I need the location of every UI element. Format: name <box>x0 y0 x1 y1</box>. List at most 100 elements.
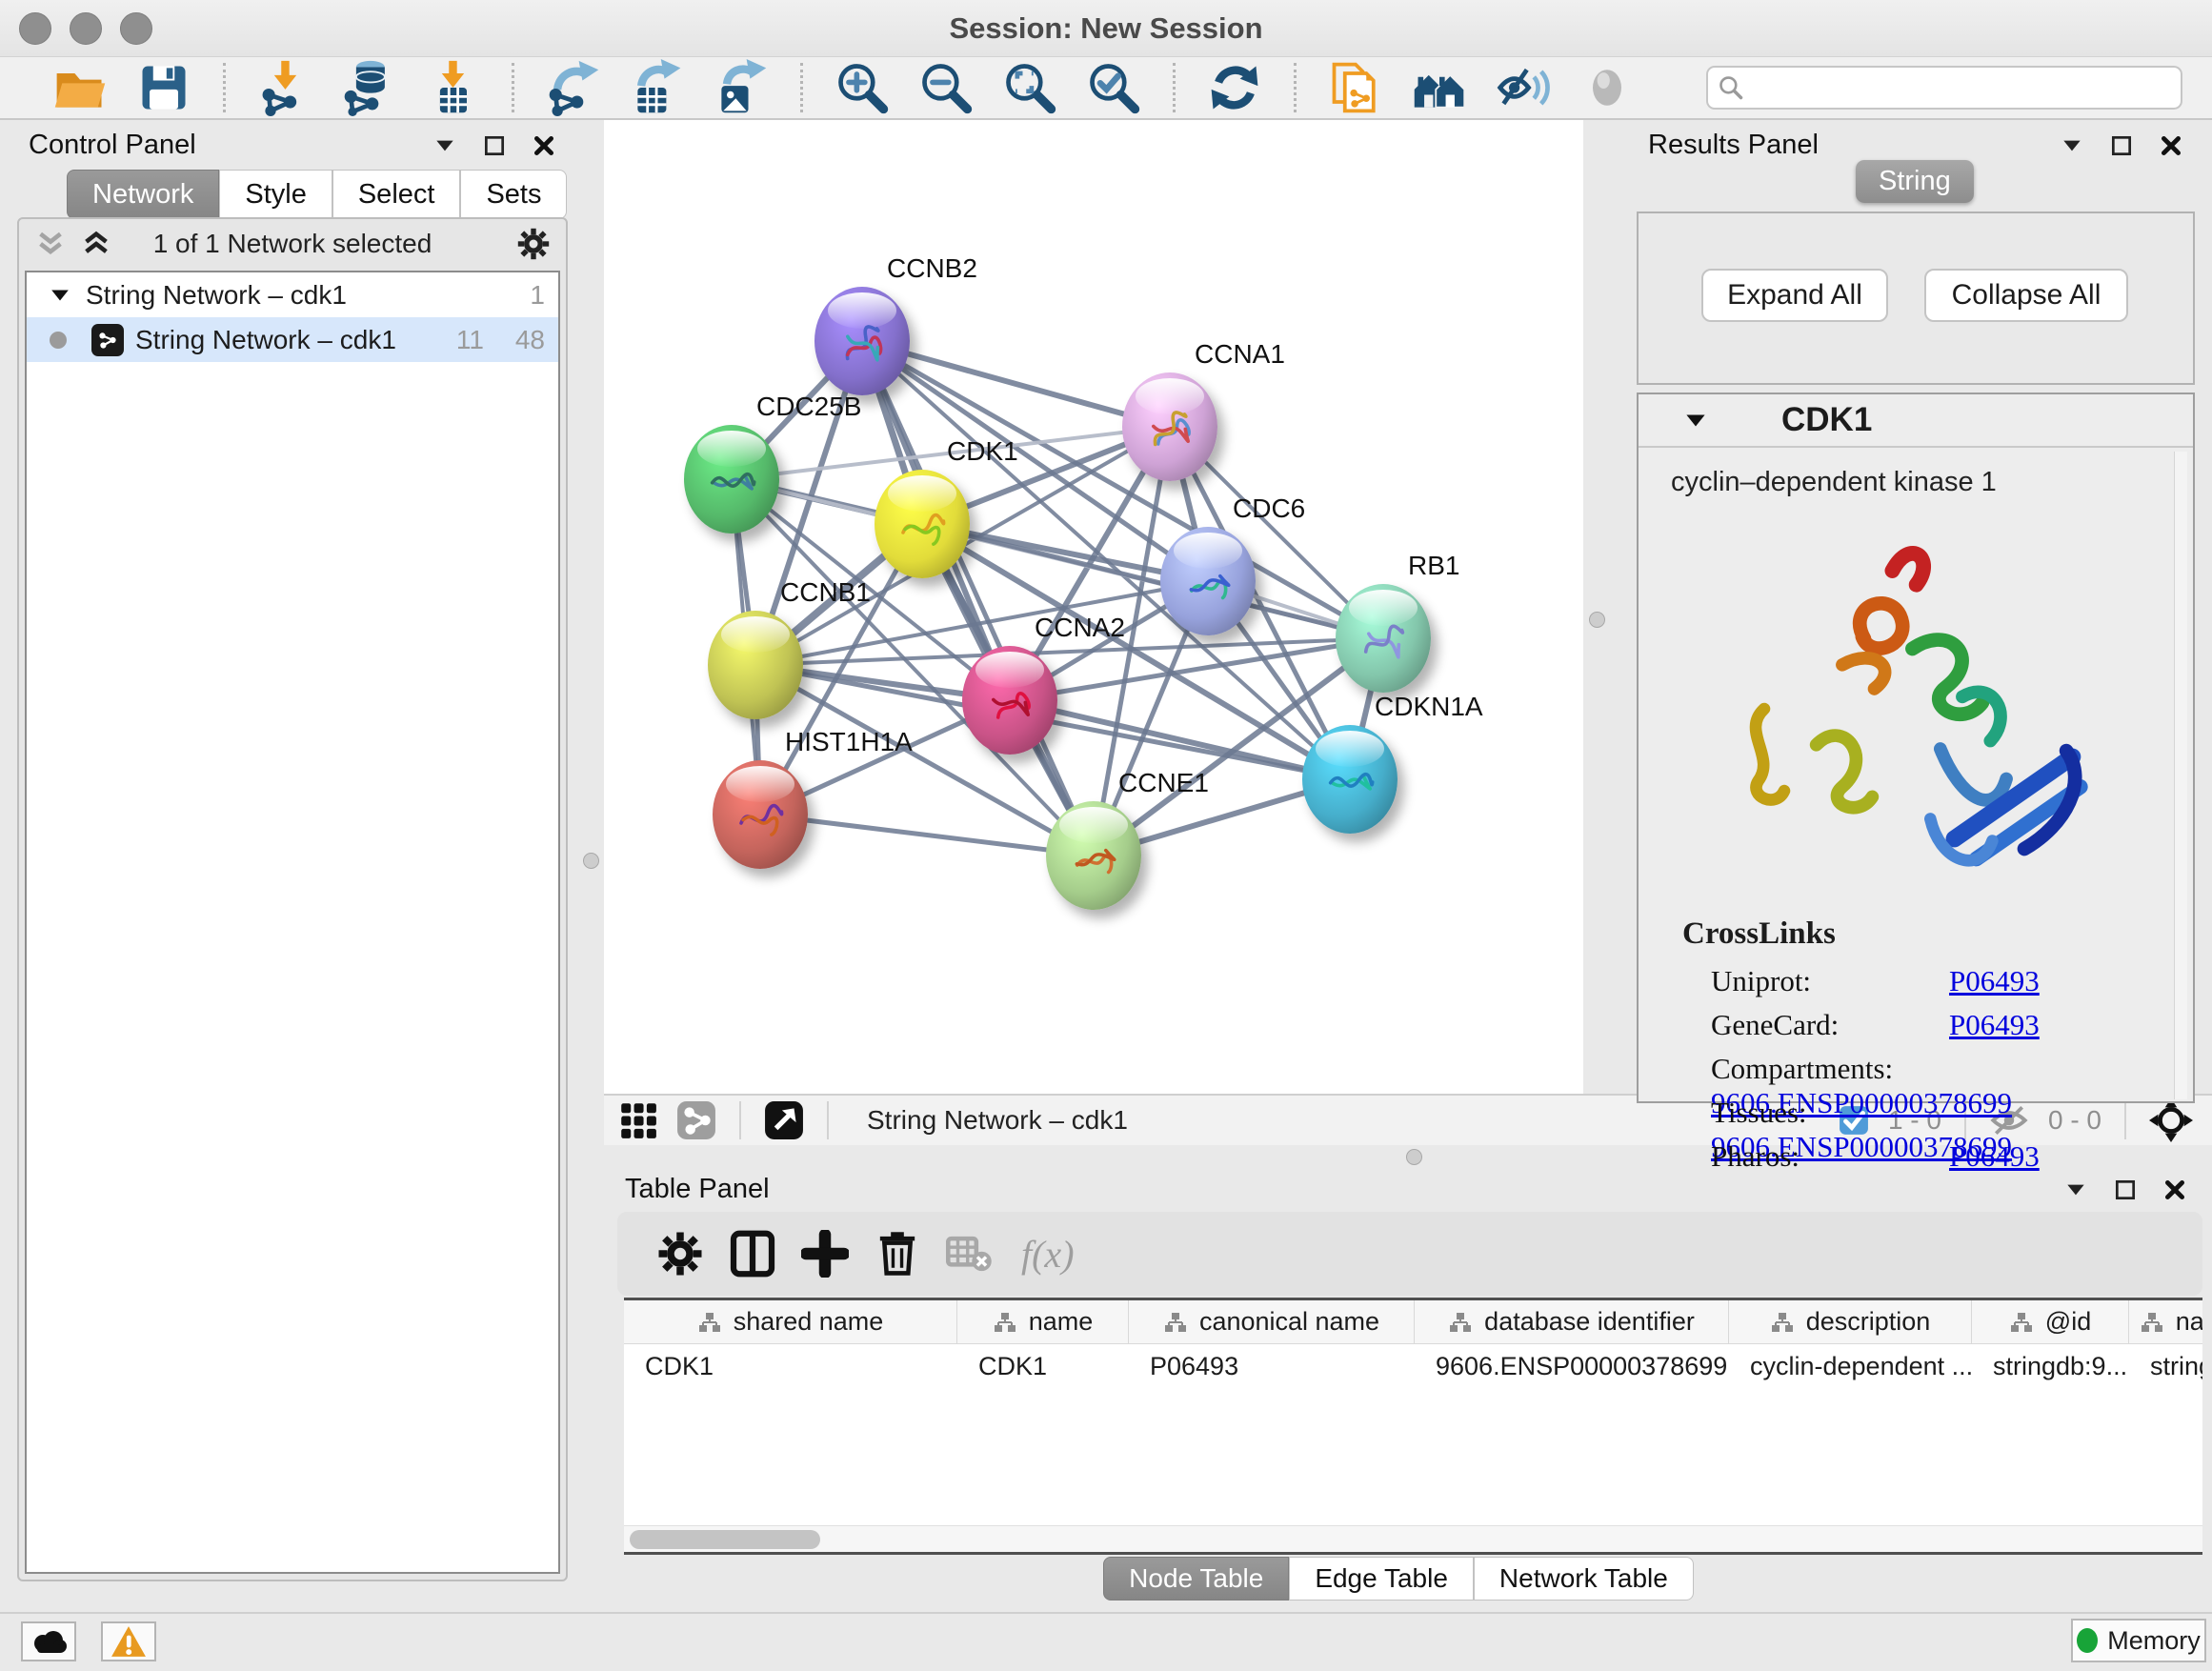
results-tab-string[interactable]: String <box>1856 160 1974 203</box>
table-cell[interactable]: cyclin-dependent ... <box>1729 1344 1972 1388</box>
bottom-splitter-handle[interactable] <box>1406 1149 1422 1165</box>
tab-network[interactable]: Network <box>67 170 219 219</box>
float-panel-icon[interactable] <box>482 133 507 158</box>
float-panel-icon[interactable] <box>2113 1178 2138 1202</box>
network-canvas[interactable]: CCNB2CCNA1CDC25BCDK1CDC6RB1CCNB1CCNA2CDK… <box>604 120 1583 1094</box>
column-header-namespace[interactable]: namespace <box>2129 1300 2202 1343</box>
create-column-icon[interactable] <box>801 1230 849 1278</box>
panel-menu-icon[interactable] <box>432 133 457 158</box>
network-node-CDK1[interactable] <box>875 470 970 578</box>
network-collection-row[interactable]: String Network – cdk1 1 <box>27 272 558 317</box>
network-node-CDC25B[interactable] <box>684 425 779 534</box>
collapse-all-button[interactable]: Collapse All <box>1924 269 2128 322</box>
table-hscrollbar[interactable] <box>624 1525 2202 1552</box>
table-cell[interactable]: P06493 <box>1129 1344 1415 1388</box>
control-panel-title: Control Panel <box>29 130 196 161</box>
title-bar: Session: New Session <box>0 0 2212 57</box>
column-header-shared-name[interactable]: shared name <box>624 1300 957 1343</box>
scrollbar-thumb[interactable] <box>630 1530 820 1549</box>
network-node-CCNA1[interactable] <box>1122 372 1217 481</box>
panel-menu-icon[interactable] <box>2063 1178 2088 1202</box>
tree-expand-icon[interactable] <box>50 288 70 303</box>
footer-separator <box>739 1101 741 1139</box>
open-session-button[interactable] <box>51 59 109 116</box>
toolbar-separator <box>223 63 226 112</box>
table-settings-gear-icon[interactable] <box>656 1230 704 1278</box>
memory-button[interactable]: Memory <box>2071 1619 2206 1662</box>
tab-node-table[interactable]: Node Table <box>1103 1557 1289 1601</box>
import-table-button[interactable] <box>424 59 481 116</box>
share-document-button[interactable] <box>1327 59 1384 116</box>
expand-all-button[interactable]: Expand All <box>1701 269 1888 322</box>
search-input[interactable] <box>1706 66 2182 110</box>
network-node-CDKN1A[interactable] <box>1302 725 1398 834</box>
network-node-CCNE1[interactable] <box>1046 801 1141 910</box>
crosslink-label: GeneCard: <box>1711 1008 1949 1042</box>
table-cell[interactable]: 9606.ENSP00000378699 <box>1415 1344 1729 1388</box>
network-node-CCNB2[interactable] <box>814 287 910 395</box>
status-bar: Memory <box>0 1612 2212 1671</box>
home-button[interactable] <box>1411 59 1468 116</box>
column-header-description[interactable]: description <box>1729 1300 1972 1343</box>
network-node-CDC6[interactable] <box>1160 527 1256 635</box>
table-cell[interactable]: CDK1 <box>624 1344 957 1388</box>
close-panel-icon[interactable] <box>2159 133 2183 158</box>
network-row[interactable]: String Network – cdk1 11 48 <box>27 317 558 362</box>
close-panel-icon[interactable] <box>2162 1178 2187 1202</box>
crosslink-value-link[interactable]: P06493 <box>1949 964 2040 997</box>
birdseye-view-icon[interactable] <box>764 1100 804 1140</box>
hide-graphics-details-button[interactable] <box>1495 59 1552 116</box>
table-row[interactable]: CDK1CDK1P064939606.ENSP00000378699cyclin… <box>624 1344 2202 1388</box>
warnings-button[interactable] <box>101 1621 156 1661</box>
import-network-file-button[interactable] <box>256 59 313 116</box>
import-network-database-button[interactable] <box>340 59 397 116</box>
column-header-name[interactable]: name <box>957 1300 1129 1343</box>
tab-sets[interactable]: Sets <box>460 170 567 219</box>
export-network-button[interactable] <box>545 59 602 116</box>
column-header--id[interactable]: @id <box>1972 1300 2129 1343</box>
network-options-gear-icon[interactable] <box>516 227 551 261</box>
network-node-CCNA2[interactable] <box>962 646 1057 755</box>
gene-section-header[interactable]: CDK1 <box>1639 394 2193 448</box>
right-splitter-handle[interactable] <box>1589 612 1605 628</box>
save-session-button[interactable] <box>135 59 192 116</box>
node-label-CCNB1: CCNB1 <box>780 577 871 608</box>
node-label-CCNE1: CCNE1 <box>1118 768 1209 798</box>
table-cell[interactable]: stringdb:9... <box>1972 1344 2129 1388</box>
network-node-CCNB1[interactable] <box>708 611 803 719</box>
panel-menu-icon[interactable] <box>2060 133 2084 158</box>
table-cell[interactable]: stringdb <box>2129 1344 2202 1388</box>
tab-edge-table[interactable]: Edge Table <box>1289 1557 1474 1601</box>
string-view-icon[interactable] <box>676 1100 716 1140</box>
cloud-button[interactable] <box>21 1621 76 1661</box>
gene-section-scrollbar[interactable] <box>2174 452 2187 1099</box>
zoom-fit-button[interactable] <box>1001 59 1058 116</box>
zoom-in-button[interactable] <box>834 59 891 116</box>
network-status-dot <box>50 332 67 349</box>
show-graphics-details-button[interactable] <box>1579 59 1636 116</box>
tab-select[interactable]: Select <box>332 170 461 219</box>
tab-network-table[interactable]: Network Table <box>1474 1557 1694 1601</box>
close-panel-icon[interactable] <box>532 133 556 158</box>
left-splitter-handle[interactable] <box>583 853 599 869</box>
zoom-selected-button[interactable] <box>1085 59 1142 116</box>
table-cell[interactable]: CDK1 <box>957 1344 1129 1388</box>
crosslink-value-link[interactable]: P06493 <box>1949 1008 2040 1041</box>
show-columns-icon[interactable] <box>729 1230 776 1278</box>
refresh-button[interactable] <box>1206 59 1263 116</box>
column-header-database-identifier[interactable]: database identifier <box>1415 1300 1729 1343</box>
delete-column-icon[interactable] <box>874 1230 921 1278</box>
gene-collapse-icon[interactable] <box>1684 413 1707 429</box>
network-tree: String Network – cdk1 1 String Network –… <box>25 271 560 1574</box>
export-table-button[interactable] <box>629 59 686 116</box>
tab-style[interactable]: Style <box>219 170 332 219</box>
float-panel-icon[interactable] <box>2109 133 2134 158</box>
network-node-HIST1H1A[interactable] <box>713 760 808 869</box>
table-panel: Table Panel <box>585 1164 2212 1612</box>
grid-view-icon[interactable] <box>619 1101 657 1139</box>
zoom-out-button[interactable] <box>917 59 975 116</box>
export-image-button[interactable] <box>713 59 770 116</box>
crosslink-label: Tissues: <box>1711 1096 1949 1130</box>
network-node-RB1[interactable] <box>1336 584 1431 693</box>
column-header-canonical-name[interactable]: canonical name <box>1129 1300 1415 1343</box>
